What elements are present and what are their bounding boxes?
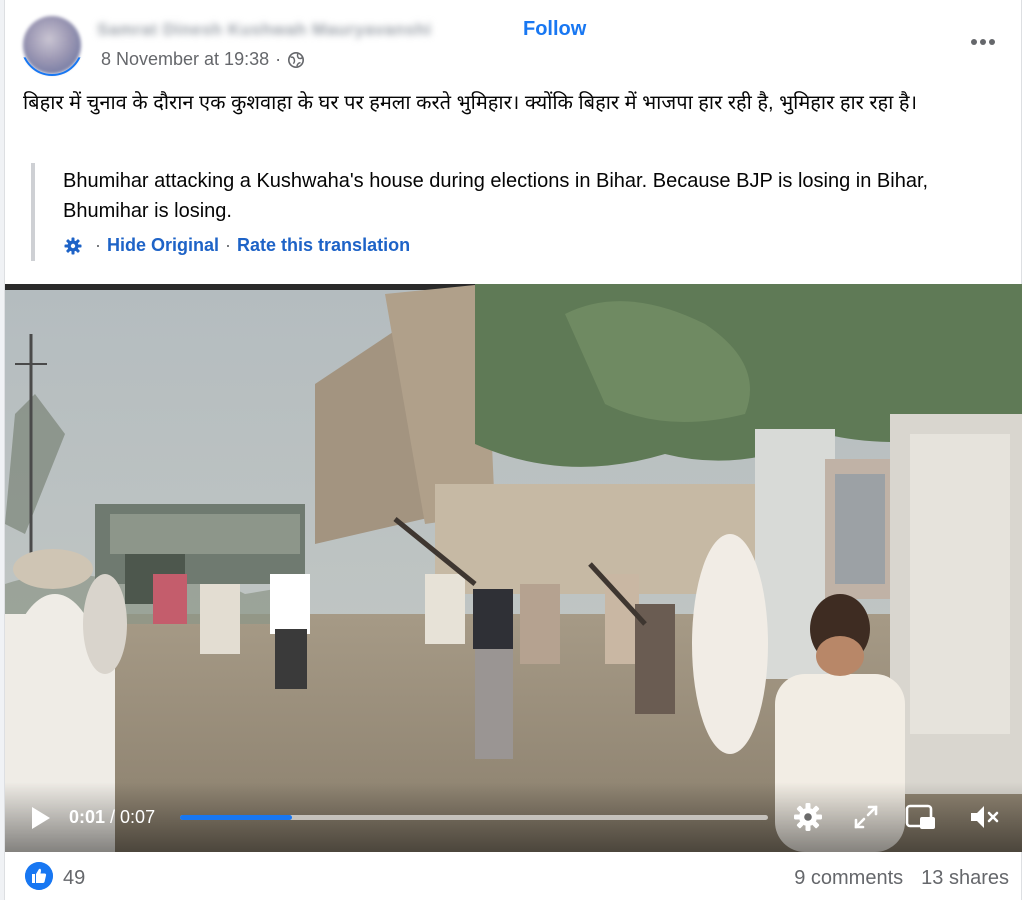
more-dot [971, 39, 977, 45]
settings-icon[interactable] [791, 800, 825, 834]
translation-block: Bhumihar attacking a Kushwaha's house du… [31, 163, 1011, 261]
video-frame [5, 284, 1022, 852]
author[interactable]: Samrat Dinesh Kushwah Mauryavanshi [97, 18, 431, 42]
separator: · [225, 235, 232, 255]
like-count[interactable]: 49 [63, 867, 85, 890]
post-text: बिहार में चुनाव के दौरान एक कुशवाहा के घ… [23, 92, 918, 114]
comments-count[interactable]: 9 comments [794, 867, 903, 890]
play-icon[interactable] [27, 804, 53, 832]
more-dot [989, 39, 995, 45]
post-meta: 8 November at 19:38 · [101, 49, 305, 70]
progress-bar[interactable] [180, 815, 768, 820]
hide-original-link[interactable]: Hide Original [107, 235, 219, 256]
more-options-icon[interactable] [965, 30, 1001, 54]
shares-count[interactable]: 13 shares [921, 867, 1009, 890]
like-icon[interactable] [25, 862, 53, 890]
globe-icon[interactable] [287, 51, 305, 69]
video-time: 0:01 / 0:07 [69, 807, 155, 828]
post-header: Samrat Dinesh Kushwah Mauryavanshi Follo… [5, 0, 1022, 80]
video-controls: 0:01 / 0:07 [5, 782, 1022, 852]
time-separator: / [105, 807, 121, 827]
engagement-counts: 9 comments 13 shares [794, 867, 1009, 890]
separator: · [95, 235, 101, 255]
mute-icon[interactable] [967, 800, 1001, 834]
gear-icon[interactable] [63, 236, 83, 256]
timestamp[interactable]: 8 November at 19:38 [101, 49, 269, 70]
video-player[interactable]: 0:01 / 0:07 [5, 284, 1022, 852]
more-dot [980, 39, 986, 45]
author-name[interactable]: Samrat Dinesh Kushwah Mauryavanshi [97, 20, 431, 40]
post-footer: 49 9 comments 13 shares [5, 852, 1022, 900]
rate-translation-link[interactable]: Rate this translation [237, 235, 410, 256]
translation-actions: · Hide Original · Rate this translation [63, 235, 410, 256]
progress-fill [180, 815, 292, 820]
translation-text: Bhumihar attacking a Kushwaha's house du… [63, 170, 929, 222]
meta-separator: · [275, 49, 282, 69]
follow-button[interactable]: Follow [523, 18, 586, 41]
current-time: 0:01 [69, 807, 106, 827]
fullscreen-icon[interactable] [849, 800, 883, 834]
picture-in-picture-icon[interactable] [903, 800, 937, 834]
duration: 0:07 [120, 807, 156, 827]
post-card: Samrat Dinesh Kushwah Mauryavanshi Follo… [4, 0, 1022, 900]
